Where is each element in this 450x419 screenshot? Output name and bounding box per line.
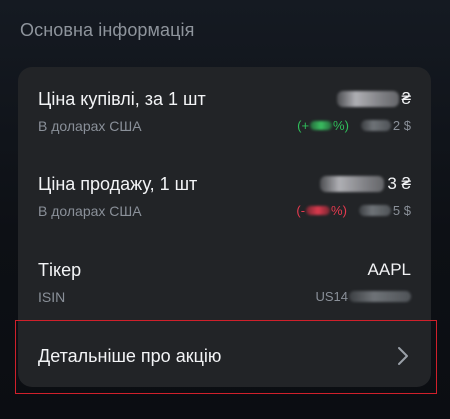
purchase-price-currency-label: В доларах США (38, 118, 142, 134)
isin-prefix: US14 (315, 289, 348, 304)
ticker-row: Тікер ISIN AAPL US14 (38, 238, 411, 328)
isin-value: US14 (315, 289, 411, 304)
purchase-price-usd: (+ %) 2 $ (297, 118, 411, 133)
redacted-usd (358, 205, 391, 216)
redacted-change (310, 121, 333, 130)
sale-price-label: Ціна продажу, 1 шт (38, 174, 198, 194)
sale-usd-suffix: 5 $ (392, 203, 411, 218)
purchase-price-label: Ціна купівлі, за 1 шт (38, 89, 206, 109)
purchase-price-row: Ціна купівлі, за 1 шт В доларах США ₴ (+… (38, 67, 411, 157)
sale-change-open: (- (296, 203, 306, 218)
stock-details-link[interactable]: Детальніше про акцію (15, 320, 437, 394)
sale-price-value: 3 ₴ (320, 174, 411, 194)
redacted-value (336, 91, 399, 107)
purchase-change-open: (+ (297, 118, 310, 133)
sale-change-close: %) (331, 203, 347, 218)
ticker-label: Тікер (38, 260, 82, 280)
purchase-usd-suffix: 2 $ (392, 118, 411, 133)
purchase-change-close: %) (333, 118, 349, 133)
stock-details-label: Детальніше про акцію (38, 346, 222, 366)
sale-price-value-suffix: 3 ₴ (387, 174, 411, 193)
redacted-value (320, 176, 385, 192)
redacted-change (306, 206, 331, 215)
chevron-right-icon (398, 347, 408, 365)
section-title: Основна інформація (20, 20, 195, 40)
redacted-usd (360, 120, 391, 131)
isin-label: ISIN (38, 289, 66, 305)
sale-price-usd: (- %) 5 $ (296, 203, 411, 218)
purchase-price-value: ₴ (336, 89, 411, 109)
sale-price-currency-label: В доларах США (38, 203, 142, 219)
sale-price-row: Ціна продажу, 1 шт В доларах США 3 ₴ (- … (38, 152, 411, 242)
ticker-value: AAPL (367, 260, 411, 279)
redacted-isin (349, 291, 411, 302)
purchase-price-value-suffix: ₴ (401, 89, 411, 108)
